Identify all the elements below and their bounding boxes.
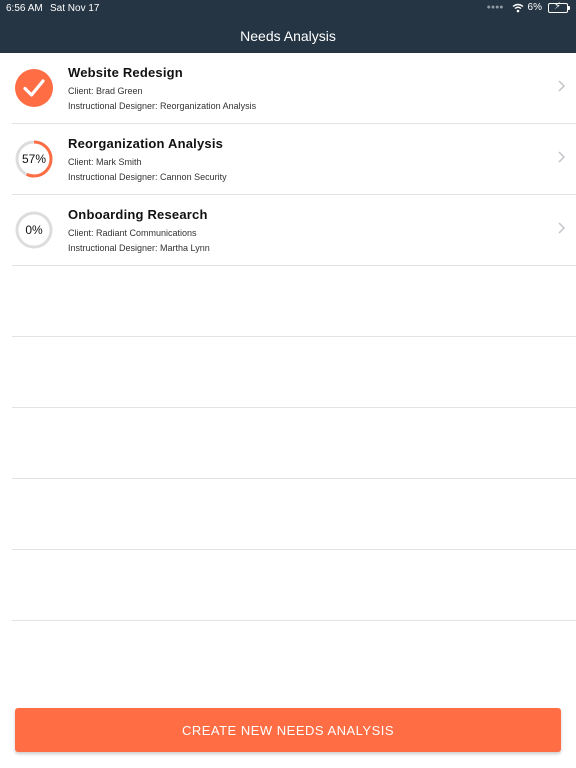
progress-ring: 0% xyxy=(15,211,53,249)
empty-list-row xyxy=(12,337,576,408)
create-button-label: CREATE NEW NEEDS ANALYSIS xyxy=(181,722,395,738)
list-item-reorganization-analysis[interactable]: 57% Reorganization Analysis Client: Mark… xyxy=(12,124,576,195)
chevron-right-icon xyxy=(558,222,566,234)
empty-list-row xyxy=(12,266,576,337)
create-new-needs-analysis-button[interactable]: CREATE NEW NEEDS ANALYSIS xyxy=(15,708,561,752)
analysis-list: Website Redesign Client: Brad Green Inst… xyxy=(0,53,576,621)
status-bar: 6:56 AM Sat Nov 17 ●●●● 6% ⚡ xyxy=(0,0,576,18)
checkmark-complete-icon xyxy=(15,69,53,107)
nav-bar: Needs Analysis xyxy=(0,18,576,53)
wifi-icon xyxy=(512,3,523,12)
page-title: Needs Analysis xyxy=(240,27,336,44)
empty-list-row xyxy=(12,408,576,479)
item-title: Onboarding Research xyxy=(68,207,208,222)
progress-percent: 0% xyxy=(25,223,43,237)
item-designer: Instructional Designer: Martha Lynn xyxy=(68,243,210,253)
progress-percent: 57% xyxy=(21,152,47,166)
empty-list-row xyxy=(12,550,576,621)
item-title: Website Redesign xyxy=(68,65,183,80)
status-date: Sat Nov 17 xyxy=(50,3,100,14)
progress-ring: 57% xyxy=(15,140,53,178)
status-time: 6:56 AM xyxy=(6,3,43,14)
empty-list-row xyxy=(12,479,576,550)
list-item-onboarding-research[interactable]: 0% Onboarding Research Client: Radiant C… xyxy=(12,195,576,266)
item-client: Client: Mark Smith xyxy=(68,157,142,167)
item-designer: Instructional Designer: Cannon Security xyxy=(68,172,227,182)
list-item-website-redesign[interactable]: Website Redesign Client: Brad Green Inst… xyxy=(12,53,576,124)
status-right-group: ●●●● 6% ⚡ xyxy=(486,1,570,13)
chevron-right-icon xyxy=(558,151,566,163)
item-client: Client: Radiant Communications xyxy=(68,228,197,238)
item-title: Reorganization Analysis xyxy=(68,136,224,151)
battery-charging-icon: ⚡ xyxy=(548,1,570,13)
item-designer: Instructional Designer: Reorganization A… xyxy=(68,101,257,111)
chevron-right-icon xyxy=(558,80,566,92)
signal-dots-icon: ●●●● xyxy=(486,4,504,11)
battery-percent: 6% xyxy=(527,2,542,13)
item-client: Client: Brad Green xyxy=(68,86,143,96)
